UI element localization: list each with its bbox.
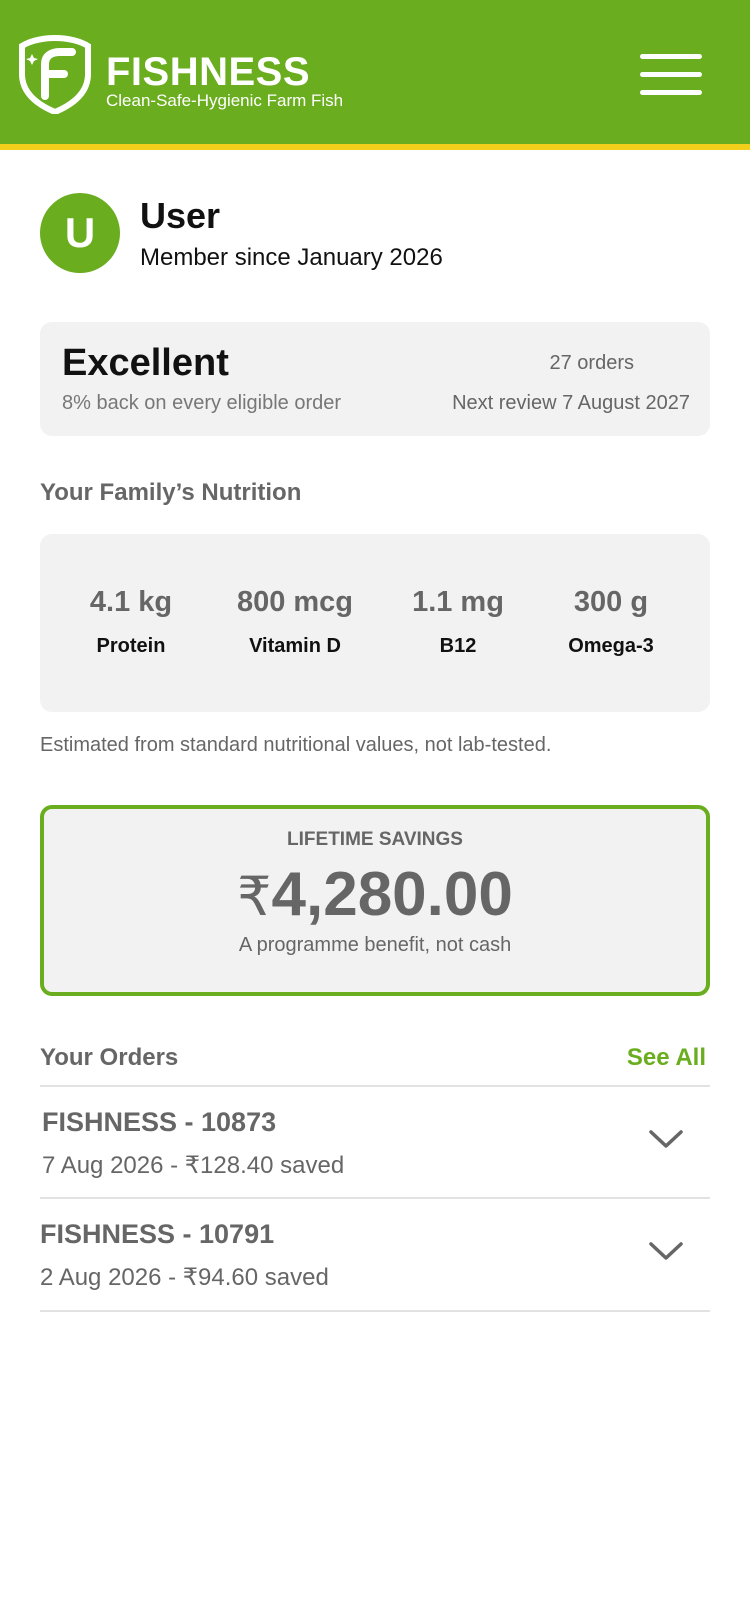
order-meta: 7 Aug 2026 - ₹128.40 saved [42, 1152, 345, 1179]
divider [40, 1310, 710, 1312]
savings-note: A programme benefit, not cash [238, 934, 512, 956]
order-meta: 2 Aug 2026 - ₹94.60 saved [40, 1264, 329, 1291]
nutrition-section-title: Your Family’s Nutrition [40, 479, 302, 506]
savings-title: LIFETIME SAVINGS [287, 829, 463, 850]
member-since-text: Member since January 2026 [140, 244, 443, 271]
tier-name: Excellent [62, 342, 229, 384]
chevron-down-icon[interactable] [648, 1239, 684, 1263]
nutrition-label: Protein [96, 635, 166, 657]
savings-amount: ₹4,280.00 [44, 859, 706, 930]
tier-order-count: 27 orders [549, 352, 635, 374]
hamburger-menu-icon[interactable] [640, 52, 704, 98]
order-row[interactable]: FISHNESS - 10873 7 Aug 2026 - ₹128.40 sa… [40, 1087, 710, 1197]
nutrition-value: 4.1 kg [89, 586, 173, 618]
see-all-link[interactable]: See All [627, 1044, 706, 1072]
nutrition-item-protein: 4.1 kg Protein [51, 586, 211, 658]
currency-symbol: ₹ [237, 867, 272, 927]
nutrition-label: B12 [439, 635, 477, 657]
order-id: FISHNESS - 10873 [42, 1107, 277, 1137]
app-header: FISHNESS Clean-Safe-Hygienic Farm Fish [0, 0, 750, 150]
lifetime-savings-card: LIFETIME SAVINGS ₹4,280.00 A programme b… [40, 805, 710, 996]
brand-name: FISHNESS [106, 50, 311, 94]
orders-section-title: Your Orders [40, 1044, 179, 1071]
avatar: U [40, 193, 120, 273]
tier-description: 8% back on every eligible order [62, 392, 342, 414]
nutrition-card: 4.1 kg Protein 800 mcg Vitamin D 1.1 mg … [40, 534, 710, 712]
nutrition-disclaimer: Estimated from standard nutritional valu… [40, 734, 552, 756]
nutrition-label: Vitamin D [249, 635, 341, 657]
nutrition-value: 800 mcg [236, 586, 354, 618]
nutrition-item-b12: 1.1 mg B12 [378, 586, 538, 658]
tier-card: Excellent 8% back on every eligible orde… [40, 322, 710, 436]
nutrition-item-omega-3: 300 g Omega-3 [531, 586, 691, 658]
nutrition-item-vitamin-d: 800 mcg Vitamin D [215, 586, 375, 658]
fishness-logo-icon[interactable] [18, 34, 92, 114]
user-name: User [140, 195, 221, 236]
brand-tagline: Clean-Safe-Hygienic Farm Fish [106, 91, 344, 110]
nutrition-value: 300 g [573, 586, 649, 618]
order-id: FISHNESS - 10791 [40, 1219, 275, 1249]
tier-next-review: Next review 7 August 2027 [452, 392, 690, 414]
chevron-down-icon[interactable] [648, 1127, 684, 1151]
nutrition-label: Omega-3 [568, 635, 654, 657]
nutrition-value: 1.1 mg [412, 586, 504, 618]
savings-value: 4,280.00 [271, 860, 513, 929]
order-row[interactable]: FISHNESS - 10791 2 Aug 2026 - ₹94.60 sav… [40, 1199, 710, 1309]
